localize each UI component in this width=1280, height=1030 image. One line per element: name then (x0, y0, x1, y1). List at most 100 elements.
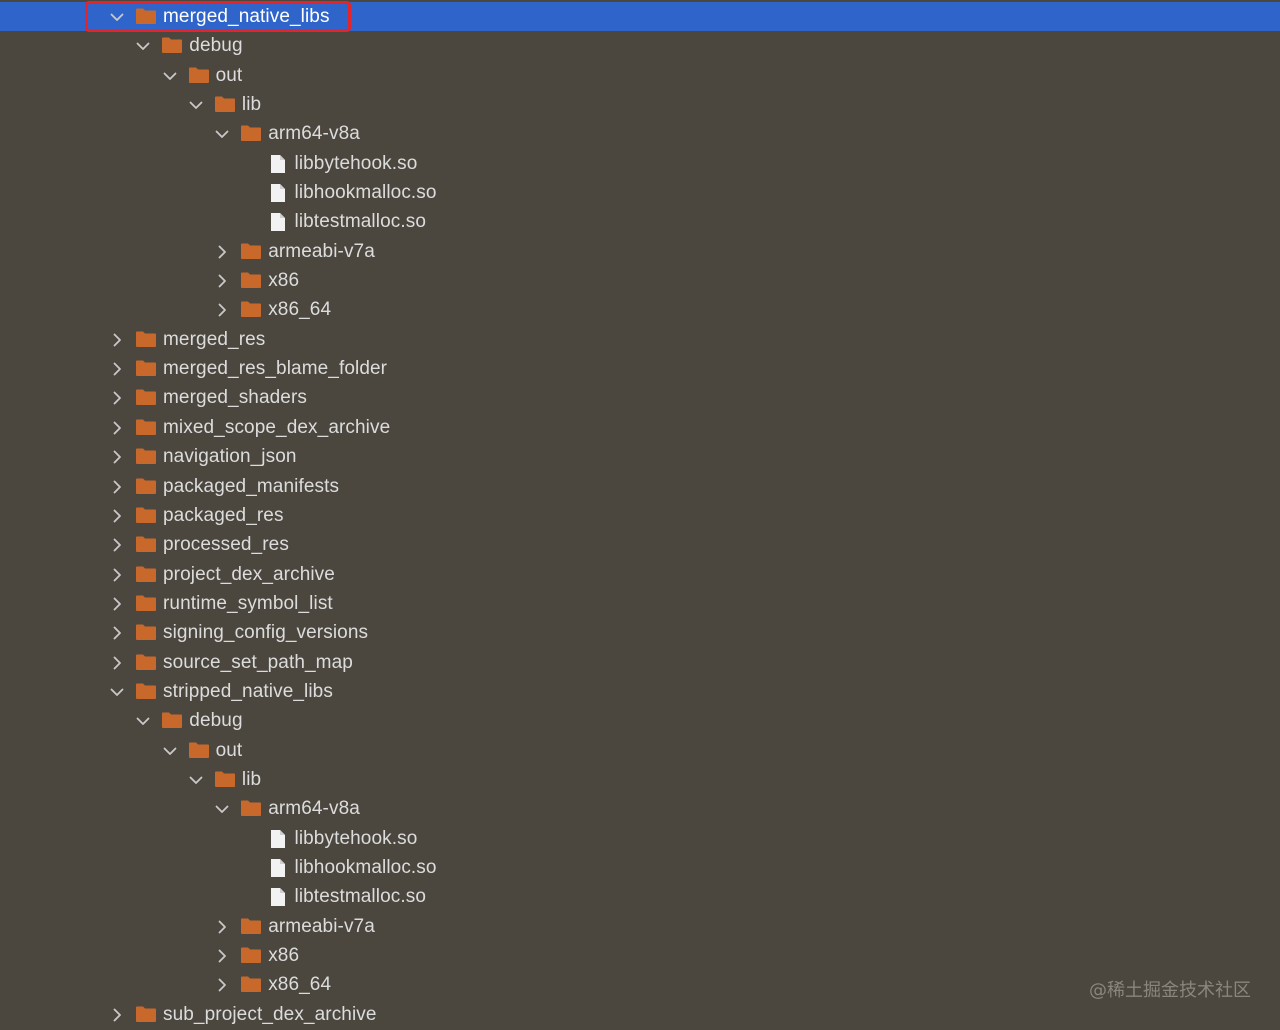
tree-folder-row[interactable]: mixed_scope_dex_archive (0, 413, 1280, 442)
file-icon (269, 178, 291, 207)
chevron-right-icon[interactable] (109, 442, 125, 471)
tree-folder-row[interactable]: stripped_native_libs (0, 677, 1280, 706)
tree-folder-row[interactable]: processed_res (0, 530, 1280, 559)
tree-folder-row[interactable]: project_dex_archive (0, 560, 1280, 589)
tree-file-row[interactable]: libhookmalloc.so (0, 178, 1280, 207)
tree-folder-row[interactable]: runtime_symbol_list (0, 589, 1280, 618)
folder-icon (188, 736, 210, 765)
chevron-down-icon[interactable] (135, 31, 151, 60)
chevron-down-icon[interactable] (188, 765, 204, 794)
file-icon (269, 853, 291, 882)
tree-folder-row[interactable]: arm64-v8a (0, 119, 1280, 148)
folder-icon (135, 442, 157, 471)
tree-item-label: out (215, 739, 243, 761)
chevron-right-icon[interactable] (109, 501, 125, 530)
chevron-down-icon[interactable] (135, 706, 151, 735)
tree-file-row[interactable]: libtestmalloc.so (0, 882, 1280, 911)
tree-item-label: libhookmalloc.so (294, 182, 437, 204)
tree-item-label: source_set_path_map (163, 651, 353, 673)
tree-folder-row[interactable]: debug (0, 31, 1280, 60)
tree-folder-row[interactable]: out (0, 736, 1280, 765)
tree-folder-row[interactable]: source_set_path_map (0, 648, 1280, 677)
chevron-down-icon[interactable] (162, 61, 178, 90)
folder-icon (240, 941, 262, 970)
chevron-down-icon[interactable] (188, 90, 204, 119)
file-icon (269, 882, 291, 911)
folder-icon (188, 61, 210, 90)
file-icon (269, 207, 291, 236)
tree-folder-row[interactable]: armeabi-v7a (0, 237, 1280, 266)
tree-item-label: x86_64 (268, 974, 332, 996)
tree-folder-row[interactable]: navigation_json (0, 442, 1280, 471)
folder-icon (135, 472, 157, 501)
chevron-right-icon[interactable] (109, 1000, 125, 1029)
folder-icon (135, 383, 157, 412)
chevron-right-icon[interactable] (109, 383, 125, 412)
tree-folder-row[interactable]: x86_64 (0, 970, 1280, 999)
tree-folder-row[interactable]: armeabi-v7a (0, 912, 1280, 941)
tree-item-label: arm64-v8a (268, 123, 360, 145)
tree-item-label: libbytehook.so (294, 152, 418, 174)
tree-folder-row[interactable]: out (0, 61, 1280, 90)
tree-folder-row[interactable]: merged_shaders (0, 383, 1280, 412)
tree-folder-row[interactable]: sub_project_dex_archive (0, 1000, 1280, 1029)
tree-file-row[interactable]: libbytehook.so (0, 149, 1280, 178)
chevron-right-icon[interactable] (214, 912, 230, 941)
folder-icon (135, 530, 157, 559)
tree-item-label: lib (241, 768, 262, 790)
tree-item-label: navigation_json (163, 446, 297, 468)
tree-item-label: mixed_scope_dex_archive (163, 416, 391, 438)
tree-item-label: x86 (268, 945, 300, 966)
tree-item-label: merged_res (163, 328, 266, 350)
folder-icon (240, 295, 262, 324)
tree-file-row[interactable]: libhookmalloc.so (0, 853, 1280, 882)
tree-folder-row[interactable]: lib (0, 90, 1280, 119)
tree-folder-row[interactable]: x86_64 (0, 295, 1280, 324)
chevron-right-icon[interactable] (214, 266, 230, 295)
chevron-right-icon[interactable] (214, 237, 230, 266)
tree-folder-row[interactable]: x86 (0, 266, 1280, 295)
chevron-right-icon[interactable] (109, 413, 125, 442)
chevron-right-icon[interactable] (109, 560, 125, 589)
folder-icon (240, 794, 262, 823)
file-icon (269, 824, 291, 853)
chevron-down-icon[interactable] (214, 794, 230, 823)
tree-folder-row[interactable]: x86 (0, 941, 1280, 970)
tree-folder-row[interactable]: merged_native_libs (0, 2, 1280, 32)
tree-item-label: packaged_manifests (163, 475, 340, 497)
chevron-right-icon[interactable] (109, 472, 125, 501)
folder-icon (135, 413, 157, 442)
tree-item-label: stripped_native_libs (163, 680, 333, 702)
folder-icon (240, 912, 262, 941)
tree-folder-row[interactable]: arm64-v8a (0, 794, 1280, 823)
tree-folder-row[interactable]: signing_config_versions (0, 618, 1280, 647)
tree-file-row[interactable]: libtestmalloc.so (0, 207, 1280, 236)
tree-file-row[interactable]: libbytehook.so (0, 824, 1280, 853)
tree-item-label: x86_64 (268, 299, 332, 321)
chevron-right-icon[interactable] (214, 970, 230, 999)
tree-folder-row[interactable]: merged_res_blame_folder (0, 354, 1280, 383)
chevron-down-icon[interactable] (109, 2, 125, 31)
chevron-right-icon[interactable] (109, 648, 125, 677)
chevron-down-icon[interactable] (162, 736, 178, 765)
tree-item-label: debug (189, 35, 243, 57)
tree-folder-row[interactable]: packaged_res (0, 501, 1280, 530)
folder-icon (240, 119, 262, 148)
tree-folder-row[interactable]: packaged_manifests (0, 472, 1280, 501)
folder-icon (161, 31, 183, 60)
chevron-down-icon[interactable] (214, 119, 230, 148)
tree-folder-row[interactable]: merged_res (0, 325, 1280, 354)
tree-folder-row[interactable]: debug (0, 706, 1280, 735)
chevron-right-icon[interactable] (109, 325, 125, 354)
chevron-right-icon[interactable] (109, 589, 125, 618)
chevron-right-icon[interactable] (214, 295, 230, 324)
tree-folder-row[interactable]: lib (0, 765, 1280, 794)
chevron-right-icon[interactable] (109, 530, 125, 559)
chevron-right-icon[interactable] (109, 618, 125, 647)
chevron-right-icon[interactable] (109, 354, 125, 383)
folder-icon (135, 1000, 157, 1029)
tree-item-label: libhookmalloc.so (294, 856, 437, 878)
folder-icon (135, 618, 157, 647)
chevron-down-icon[interactable] (109, 677, 125, 706)
chevron-right-icon[interactable] (214, 941, 230, 970)
